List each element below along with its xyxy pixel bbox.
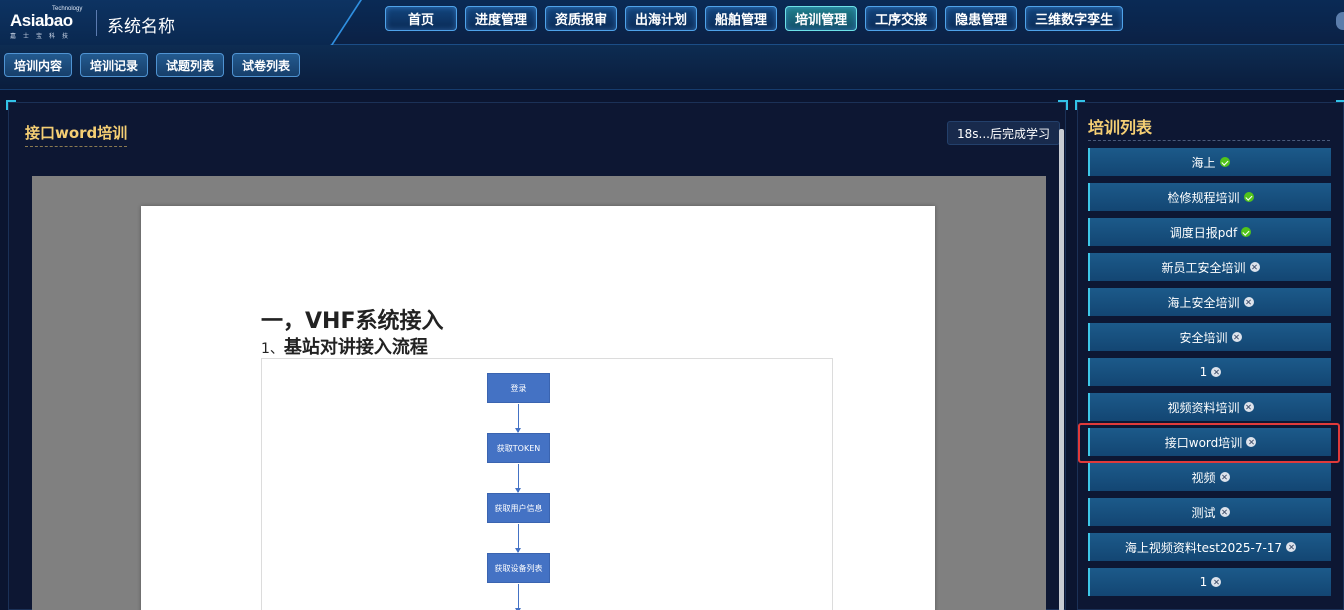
panel-corner	[1058, 100, 1068, 110]
flowchart-image: 登录 获取TOKEN 获取用户信息 获取设备列表	[261, 358, 833, 610]
training-item-label: 1	[1199, 575, 1208, 589]
content-scrollbar[interactable]	[1059, 129, 1064, 610]
subnav-exam-list[interactable]: 试卷列表	[232, 53, 301, 77]
check-circle-icon	[1241, 227, 1252, 237]
document-page: 一，VHF系统接入 1、基站对讲接入流程 登录 获取TOKEN 获取用户信息 获…	[141, 206, 935, 610]
panel-corner	[6, 100, 16, 110]
flow-arrow	[515, 524, 521, 553]
training-item-label: 视频	[1191, 470, 1216, 485]
close-circle-icon	[1249, 262, 1260, 272]
check-circle-icon	[1219, 157, 1230, 167]
training-item-label: 测试	[1191, 505, 1216, 520]
close-circle-icon	[1246, 437, 1257, 447]
training-item-label: 接口word培训	[1164, 435, 1243, 450]
training-item-label: 新员工安全培训	[1161, 260, 1246, 275]
training-list: 海上 检修规程培训 调度日报pdf 新员工安全培训 海上安全培训 安全培训 1 …	[1078, 148, 1340, 603]
close-circle-icon	[1219, 472, 1230, 482]
training-list-title: 培训列表	[1088, 114, 1330, 141]
close-circle-icon	[1243, 297, 1254, 307]
training-item-label: 1	[1199, 365, 1208, 379]
logo-wordmark: Asiabao	[10, 11, 73, 30]
training-item[interactable]: 新员工安全培训	[1088, 253, 1331, 281]
system-name: 系统名称	[107, 17, 175, 37]
flow-step-get-devices: 获取设备列表	[487, 553, 550, 583]
doc-heading-2-number: 1、	[261, 341, 284, 357]
close-circle-icon	[1219, 507, 1230, 517]
panel-corner	[1336, 100, 1344, 110]
nav-digital-twin[interactable]: 三维数字孪生	[1025, 6, 1124, 31]
close-circle-icon	[1243, 402, 1254, 412]
training-item-label: 视频资料培训	[1167, 400, 1240, 415]
doc-heading-2-text: 基站对讲接入流程	[283, 337, 428, 358]
flow-step-get-user: 获取用户信息	[487, 493, 550, 523]
training-item-selected[interactable]: 接口word培训	[1078, 423, 1340, 463]
training-item[interactable]: 调度日报pdf	[1088, 218, 1331, 246]
close-circle-icon	[1211, 577, 1222, 587]
doc-heading-2: 1、基站对讲接入流程	[261, 333, 428, 359]
main-nav: 首页 进度管理 资质报审 出海计划 船舶管理 培训管理 工序交接 隐患管理 三维…	[385, 6, 1124, 31]
close-circle-icon	[1231, 332, 1242, 342]
logo-chinese-name: 嘉士宝科技	[10, 33, 76, 40]
close-circle-icon	[1211, 367, 1222, 377]
flow-arrow	[515, 464, 521, 493]
flow-step-login: 登录	[487, 373, 550, 403]
doc-heading-1: 一，VHF系统接入	[261, 309, 444, 334]
subnav-question-list[interactable]: 试题列表	[156, 53, 225, 77]
training-item[interactable]: 海上	[1088, 148, 1331, 176]
training-item[interactable]: 视频资料培训	[1088, 393, 1331, 421]
training-item-label: 检修规程培训	[1167, 190, 1240, 205]
training-item-label: 海上	[1191, 155, 1216, 170]
sub-nav: 培训内容 培训记录 试题列表 试卷列表	[4, 53, 301, 77]
user-icon[interactable]	[1336, 12, 1344, 30]
training-item[interactable]: 1	[1088, 358, 1331, 386]
training-item-label: 海上视频资料test2025-7-17	[1124, 540, 1283, 555]
document-viewer[interactable]: 一，VHF系统接入 1、基站对讲接入流程 登录 获取TOKEN 获取用户信息 获…	[32, 176, 1046, 610]
nav-qualification[interactable]: 资质报审	[545, 6, 618, 31]
nav-training[interactable]: 培训管理	[785, 6, 858, 31]
training-item-label: 调度日报pdf	[1169, 225, 1238, 240]
content-panel: 接口word培训 18s...后完成学习 一，VHF系统接入 1、基站对讲接入流…	[6, 100, 1068, 610]
subnav-training-content[interactable]: 培训内容	[4, 53, 73, 77]
study-timer-badge: 18s...后完成学习	[947, 121, 1060, 145]
close-circle-icon	[1286, 542, 1297, 552]
nav-handover[interactable]: 工序交接	[865, 6, 938, 31]
training-item[interactable]: 检修规程培训	[1088, 183, 1331, 211]
brand-divider	[96, 10, 97, 36]
flow-arrow	[515, 404, 521, 433]
panel-corner	[1075, 100, 1085, 110]
check-circle-icon	[1243, 192, 1254, 202]
training-item[interactable]: 海上视频资料test2025-7-17	[1088, 533, 1331, 561]
nav-progress[interactable]: 进度管理	[465, 6, 538, 31]
training-item-label: 海上安全培训	[1167, 295, 1240, 310]
page-title: 接口word培训	[25, 122, 128, 147]
flow-step-get-token: 获取TOKEN	[487, 433, 550, 463]
training-item[interactable]: 视频	[1088, 463, 1331, 491]
sub-nav-bar: 培训内容 培训记录 试题列表 试卷列表	[0, 45, 1344, 90]
top-header: Technology Asiabao 嘉士宝科技 系统名称 首页 进度管理 资质…	[0, 0, 1344, 46]
nav-sailing-plan[interactable]: 出海计划	[625, 6, 698, 31]
nav-vessel[interactable]: 船舶管理	[705, 6, 778, 31]
flow-arrow	[515, 584, 521, 610]
company-logo: Technology Asiabao 嘉士宝科技	[6, 6, 88, 40]
training-item[interactable]: 1	[1088, 568, 1331, 596]
subnav-training-records[interactable]: 培训记录	[80, 53, 149, 77]
nav-home[interactable]: 首页	[385, 6, 457, 31]
training-item[interactable]: 安全培训	[1088, 323, 1331, 351]
training-item[interactable]: 测试	[1088, 498, 1331, 526]
training-item-label: 安全培训	[1179, 330, 1228, 345]
nav-hazard[interactable]: 隐患管理	[945, 6, 1018, 31]
training-list-panel: 培训列表 海上 检修规程培训 调度日报pdf 新员工安全培训 海上安全培训 安全…	[1075, 100, 1344, 610]
training-item[interactable]: 海上安全培训	[1088, 288, 1331, 316]
